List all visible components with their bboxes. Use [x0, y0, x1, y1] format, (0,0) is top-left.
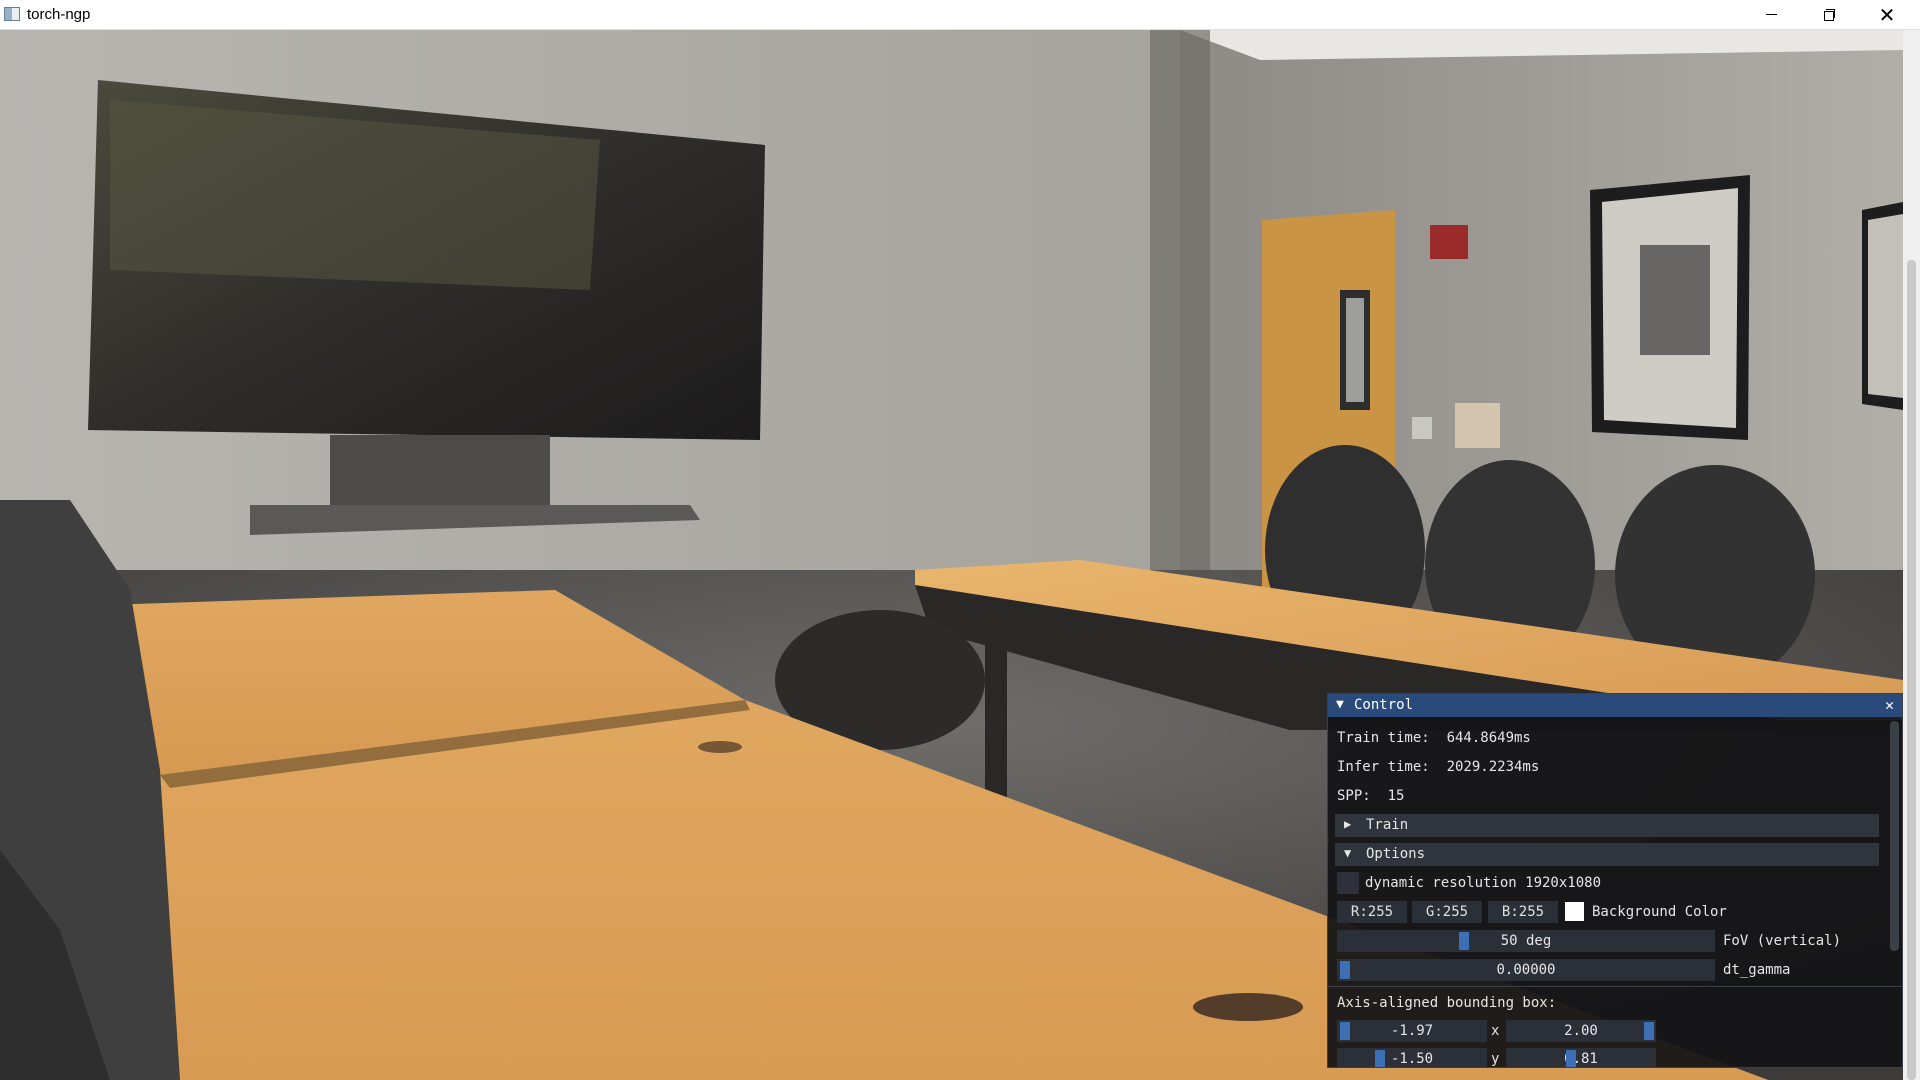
collapse-icon[interactable]: ▼	[1336, 697, 1344, 712]
infer-time-label: Infer time:	[1337, 759, 1430, 775]
bg-red-input[interactable]: R:255	[1337, 901, 1407, 923]
bg-blue-input[interactable]: B:255	[1488, 901, 1558, 923]
window-title: torch-ngp	[27, 6, 91, 23]
restore-icon	[1823, 9, 1835, 21]
aabb-y-max-slider[interactable]: 0.81	[1506, 1048, 1656, 1067]
train-time-label: Train time:	[1337, 730, 1430, 746]
panel-close-icon[interactable]: ✕	[1885, 696, 1894, 714]
options-section-label: Options	[1366, 846, 1426, 862]
aabb-y-min-slider[interactable]: -1.50	[1337, 1048, 1487, 1067]
fov-value: 50 deg	[1500, 933, 1552, 949]
train-time-row: Train time: 644.8649ms	[1337, 730, 1531, 746]
app-icon	[4, 7, 20, 21]
dt-gamma-slider[interactable]: 0.00000	[1337, 959, 1715, 981]
aabb-y-max-grab[interactable]	[1566, 1050, 1576, 1067]
train-time-value: 644.8649ms	[1446, 730, 1531, 746]
collapse-arrow-icon: ▼	[1344, 846, 1352, 860]
separator	[1328, 986, 1902, 987]
infer-time-value: 2029.2234ms	[1446, 759, 1540, 775]
dt-gamma-label: dt_gamma	[1723, 962, 1791, 978]
aabb-x-min-value: -1.97	[1390, 1023, 1434, 1039]
aabb-y-min-value: -1.50	[1390, 1051, 1434, 1067]
dynamic-resolution-checkbox[interactable]	[1337, 872, 1359, 894]
maximize-button[interactable]	[1800, 0, 1858, 29]
close-icon: ✕	[1878, 2, 1896, 27]
aabb-x-max-grab[interactable]	[1644, 1022, 1654, 1040]
train-section-label: Train	[1366, 817, 1409, 833]
expand-arrow-icon: ▶	[1344, 817, 1352, 831]
dt-gamma-slider-grab[interactable]	[1340, 961, 1350, 979]
aabb-x-max-slider[interactable]: 2.00	[1506, 1020, 1656, 1042]
train-section-header[interactable]: ▶ Train	[1335, 814, 1879, 837]
aabb-y-min-grab[interactable]	[1375, 1050, 1385, 1067]
infer-time-row: Infer time: 2029.2234ms	[1337, 759, 1539, 775]
spp-value: 15	[1387, 788, 1405, 804]
panel-scrollbar[interactable]	[1890, 721, 1899, 951]
aabb-x-min-slider[interactable]: -1.97	[1337, 1020, 1487, 1042]
aabb-x-max-value: 2.00	[1564, 1023, 1598, 1039]
scrollbar-thumb[interactable]	[1907, 260, 1916, 1080]
aabb-x-min-grab[interactable]	[1340, 1022, 1350, 1040]
bg-green-input[interactable]: G:255	[1412, 901, 1482, 923]
close-window-button[interactable]: ✕	[1858, 0, 1916, 29]
spp-label: SPP:	[1337, 788, 1371, 804]
title-bar: torch-ngp ✕	[0, 0, 1920, 30]
panel-header[interactable]: ▼ Control ✕	[1328, 694, 1902, 717]
dt-gamma-value: 0.00000	[1496, 962, 1556, 978]
spp-row: SPP: 15	[1337, 788, 1404, 804]
bg-color-swatch[interactable]	[1565, 902, 1584, 921]
fov-slider-grab[interactable]	[1459, 932, 1470, 950]
fov-slider[interactable]: 50 deg	[1337, 930, 1715, 952]
fov-label: FoV (vertical)	[1723, 933, 1842, 949]
aabb-x-label: x	[1491, 1023, 1500, 1039]
aabb-y-label: y	[1491, 1051, 1500, 1067]
minimize-button[interactable]	[1742, 0, 1800, 29]
panel-title: Control	[1354, 697, 1414, 713]
control-panel[interactable]: ▼ Control ✕ Train time: 644.8649ms Infer…	[1327, 693, 1903, 1068]
minimize-icon	[1765, 14, 1777, 15]
dynamic-resolution-label: dynamic resolution 1920x1080	[1365, 875, 1602, 891]
options-section-header[interactable]: ▼ Options	[1335, 843, 1879, 866]
window-scrollbar[interactable]	[1903, 30, 1920, 1080]
aabb-label: Axis-aligned bounding box:	[1337, 995, 1557, 1011]
background-color-label: Background Color	[1592, 904, 1727, 920]
